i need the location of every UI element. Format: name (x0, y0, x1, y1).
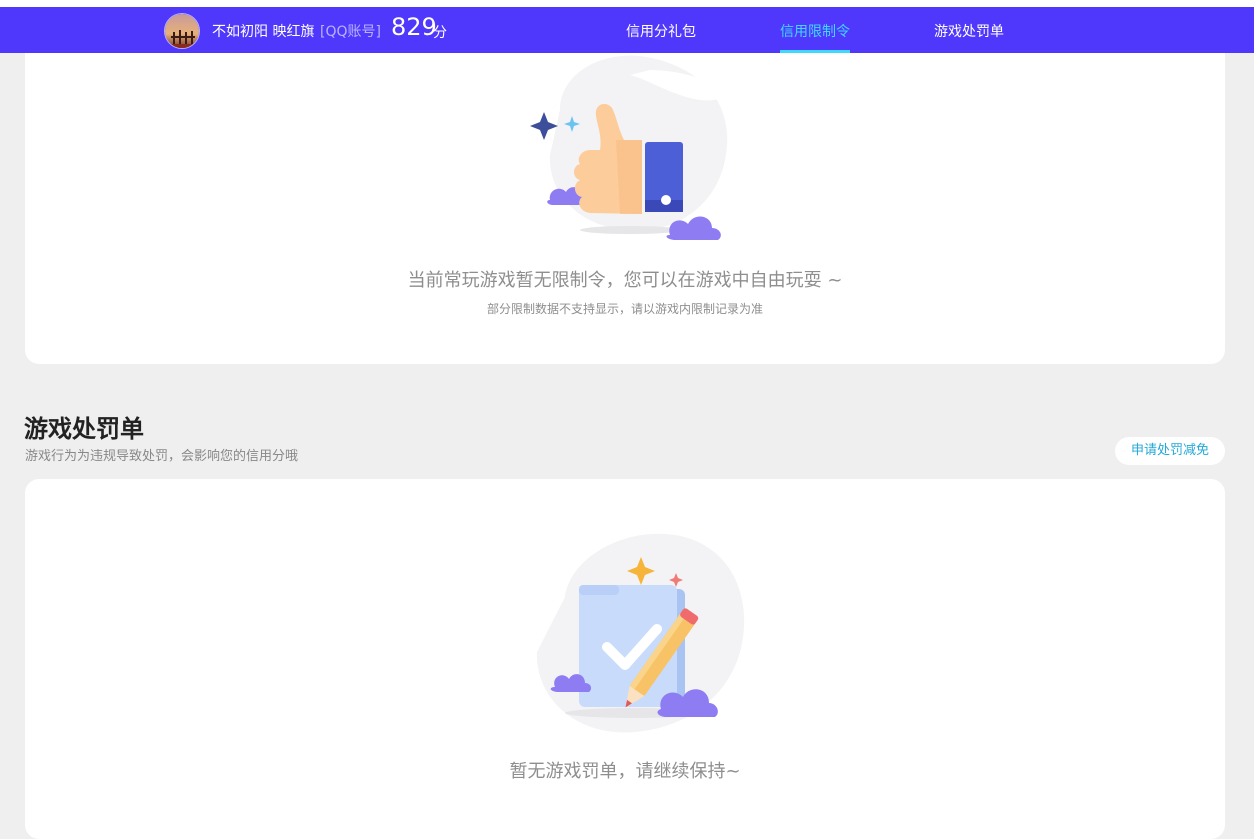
restriction-empty-note: 部分限制数据不支持显示，请以游戏内限制记录为准 (486, 302, 763, 316)
penalty-section-title: 游戏处罚单 (24, 415, 144, 443)
active-tab-underline (780, 50, 850, 53)
credit-score-unit: 分 (433, 25, 447, 41)
header-bar: 不如初阳 映红旗 [QQ账号] 829 分 信用分礼包 信用限制令 游戏处罚单 (0, 7, 1254, 53)
tab-credit-gift[interactable]: 信用分礼包 (626, 21, 696, 41)
restriction-empty-title: 当前常玩游戏暂无限制令，您可以在游戏中自由玩耍 ~ (407, 270, 843, 291)
penalty-card: 暂无游戏罚单，请继续保持~ (25, 479, 1225, 839)
credit-score-value: 829 (391, 13, 437, 41)
penalty-empty-title: 暂无游戏罚单，请继续保持~ (509, 761, 741, 782)
account-type-label: [QQ账号] (320, 24, 381, 40)
tab-credit-restriction[interactable]: 信用限制令 (780, 21, 850, 41)
user-name: 不如初阳 映红旗 (212, 24, 315, 40)
tab-game-penalty[interactable]: 游戏处罚单 (934, 21, 1004, 41)
restriction-card: 当前常玩游戏暂无限制令，您可以在游戏中自由玩耍 ~ 部分限制数据不支持显示，请以… (25, 20, 1225, 364)
top-strip (0, 0, 1254, 7)
avatar[interactable] (164, 13, 200, 49)
thumbs-up-illustration (520, 40, 740, 244)
penalty-section-desc: 游戏行为为违规导致处罚，会影响您的信用分哦 (25, 449, 299, 464)
document-check-illustration (515, 527, 755, 741)
apply-penalty-reduction-button[interactable]: 申请处罚减免 (1115, 437, 1225, 465)
